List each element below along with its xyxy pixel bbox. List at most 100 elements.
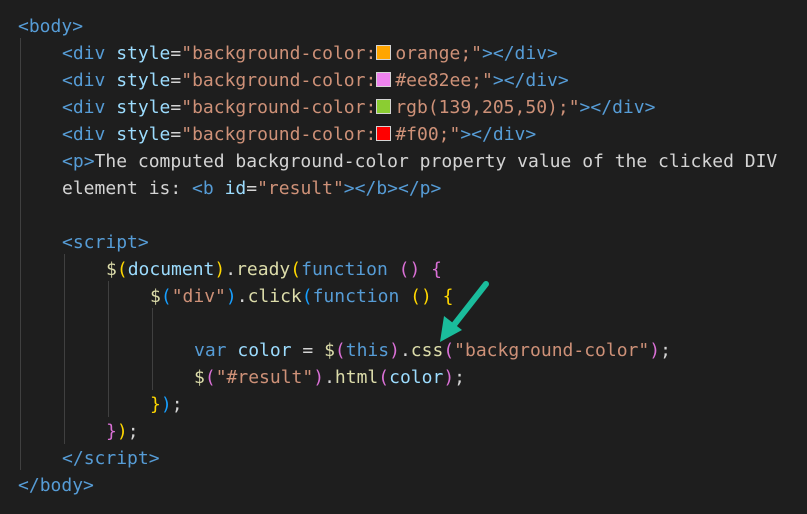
token: div — [612, 97, 645, 118]
token: } — [106, 421, 117, 442]
token: ></ — [343, 178, 377, 199]
token: " — [568, 97, 580, 118]
token: function — [312, 286, 400, 307]
color-swatch-icon[interactable] — [376, 72, 392, 87]
token: "result" — [257, 178, 344, 199]
token: ) — [313, 367, 325, 388]
token: . — [236, 286, 248, 307]
code-line-close-ready: }); — [106, 418, 139, 445]
token: " — [482, 70, 493, 91]
code-line-html: $("#result").html(color); — [194, 364, 465, 391]
code-line-click: $("div").click(function () { — [150, 283, 454, 310]
token: ) — [389, 340, 400, 361]
token: ( — [290, 259, 302, 280]
token: "background-color: — [181, 70, 377, 91]
token: ( — [116, 259, 128, 280]
color-swatch-icon[interactable] — [376, 126, 392, 141]
token: </ — [18, 475, 40, 496]
token: style — [105, 43, 171, 64]
token: ; — [454, 367, 465, 388]
code-line-p-wrap: element is: <b id="result"></b></p> — [62, 175, 441, 202]
token: = — [170, 43, 182, 64]
code-line-ready: $(document).ready(function () { — [106, 256, 442, 283]
token: style — [105, 124, 171, 145]
token: click — [247, 286, 302, 307]
token: ; — [127, 421, 139, 442]
token: ) — [443, 367, 455, 388]
token: b — [376, 178, 388, 199]
token: = — [246, 178, 258, 199]
indent-guide — [20, 38, 21, 470]
token: ) — [649, 340, 661, 361]
indent-guide — [108, 281, 109, 417]
token: The computed background-color property v… — [94, 151, 778, 172]
token: document — [127, 259, 215, 280]
code-line-script-open: <script> — [62, 229, 149, 256]
token: div — [525, 70, 558, 91]
code-line-close-click: }); — [150, 391, 183, 418]
code-line-script-close: </script> — [62, 445, 160, 472]
token: div — [72, 124, 106, 145]
token: = — [170, 97, 182, 118]
token: script — [83, 448, 149, 469]
token: { — [420, 259, 443, 280]
token: () — [398, 259, 421, 280]
token: < — [62, 232, 73, 253]
token: function — [301, 259, 388, 280]
token: } — [150, 394, 161, 415]
token: ></ — [579, 97, 613, 118]
token: "#result" — [215, 367, 314, 388]
token: div — [72, 70, 106, 91]
token: < — [62, 124, 73, 145]
token: > — [525, 124, 537, 145]
token: " — [471, 43, 483, 64]
token: () — [410, 286, 432, 307]
indent-guide — [64, 254, 65, 444]
token: = — [291, 340, 325, 361]
token: color — [237, 340, 292, 361]
token: > — [83, 151, 95, 172]
token: > — [83, 475, 94, 496]
token: #f00; — [395, 124, 450, 145]
token: > — [430, 178, 442, 199]
token: #ee82ee; — [395, 70, 483, 91]
token: "background-color: — [181, 97, 377, 118]
token: b — [202, 178, 214, 199]
token: . — [324, 367, 335, 388]
token: this — [345, 340, 390, 361]
token: = — [170, 70, 182, 91]
code-line-body-open: <body> — [18, 13, 83, 40]
token: div — [514, 43, 548, 64]
code-line-var: var color = $(this).css("background-colo… — [194, 337, 671, 364]
token: ></ — [460, 124, 493, 145]
indent-guide — [152, 308, 153, 390]
token: body — [28, 16, 73, 37]
color-swatch-icon[interactable] — [376, 99, 392, 114]
token: </ — [62, 448, 84, 469]
token: div — [72, 43, 106, 64]
code-editor[interactable]: <body> <div style="background-color: oran… — [0, 0, 807, 514]
token: > — [137, 232, 149, 253]
token: ( — [378, 367, 390, 388]
token: html — [334, 367, 379, 388]
color-swatch-icon[interactable] — [376, 45, 392, 60]
token: ) — [225, 286, 237, 307]
token: rgb(139,205,50); — [395, 97, 569, 118]
token: var — [194, 340, 227, 361]
token: p — [72, 151, 84, 172]
token: " — [449, 124, 461, 145]
token: $ — [324, 340, 335, 361]
token: "background-color: — [181, 43, 377, 64]
code-line-div: <div style="background-color: orange;"></… — [62, 40, 558, 67]
token: $ — [150, 286, 161, 307]
token: > — [644, 97, 656, 118]
code-line-body-close: </body> — [18, 472, 94, 499]
token: ( — [160, 286, 172, 307]
token: < — [62, 151, 73, 172]
token: element is: — [62, 178, 193, 199]
token: ready — [236, 259, 291, 280]
token: ( — [301, 286, 313, 307]
token: . — [399, 340, 411, 361]
token: > — [148, 448, 160, 469]
